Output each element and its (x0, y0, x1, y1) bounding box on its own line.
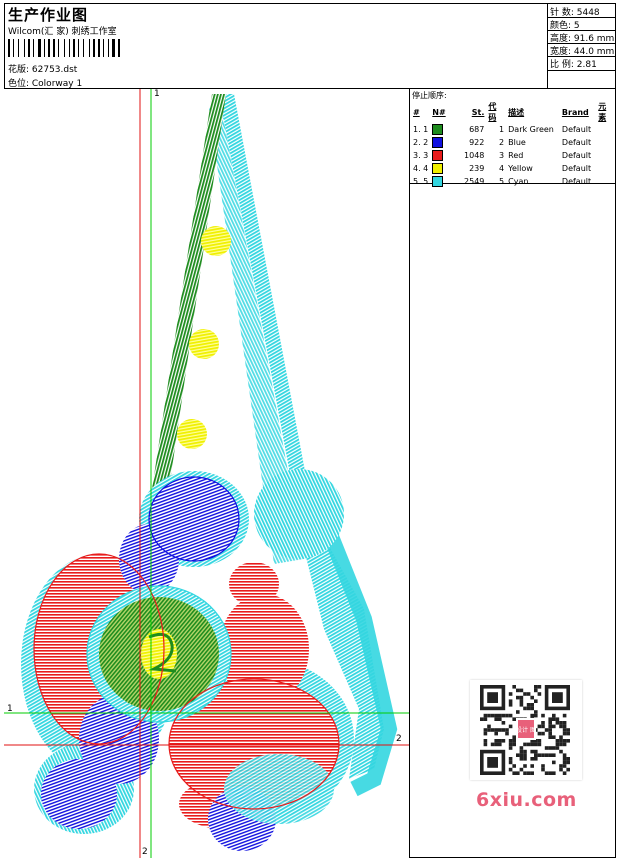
red-axis-label-bottom: 2 (142, 847, 148, 857)
stitch-count-cell: 2549 (464, 177, 485, 186)
barcode (8, 39, 120, 57)
code-cell: 1 (499, 125, 505, 134)
stop-index: 5. 5 (413, 177, 429, 186)
col-index: # (413, 107, 420, 117)
stop-index: 3. 3 (413, 151, 429, 160)
stop-index: 4. 4 (413, 164, 429, 173)
stitch-count-cell: 687 (469, 125, 485, 134)
brand-cell: Default (561, 151, 592, 160)
stitch-count-cell: 239 (469, 164, 485, 173)
brand-cell: Default (561, 125, 592, 134)
qr-center-label: 设计 图 (516, 726, 536, 734)
yellow-dot (177, 419, 207, 449)
yellow-dot (201, 226, 231, 256)
brand-cell: Default (561, 164, 592, 173)
table-row: 5. 5 2549 5 Cyan Default (411, 175, 616, 188)
description-cell: Dark Green (508, 125, 554, 134)
color-swatch (430, 175, 449, 188)
color-swatch (430, 136, 449, 149)
brand-cell: Default (561, 177, 592, 186)
color-swatch-icon (432, 163, 444, 174)
table-row: 3. 3 1048 3 Red Default (411, 149, 616, 162)
code-cell: 2 (499, 138, 505, 147)
color-swatch-icon (432, 176, 444, 187)
element-cell (596, 136, 616, 149)
design-stats: 针 数: 5448 颜色: 5 高度: 91.6 mm 宽度: 44.0 mm … (548, 3, 616, 89)
col-brand: Brand (561, 107, 589, 117)
color-swatch-icon (432, 137, 444, 148)
stitch-count-cell: 1048 (464, 151, 485, 160)
col-element: 元素 (598, 102, 607, 122)
col-code: 代码 (488, 102, 497, 122)
stop-index: 2. 2 (413, 138, 429, 147)
green-axis-label-top: 1 (154, 89, 160, 99)
stop-sequence-title: 停止顺序: (412, 91, 447, 100)
table-row: 1. 1 687 1 Dark Green Default (411, 123, 616, 136)
code-cell: 4 (499, 164, 505, 173)
stitch-count-cell: 922 (469, 138, 485, 147)
stop-sequence-panel: 停止顺序: # N# St. 代码 描述 Brand 元素 1. 1 687 1 Da… (410, 89, 616, 187)
embroidery-design-graphic (4, 89, 409, 858)
table-row: 2. 2 922 2 Blue Default (411, 136, 616, 149)
table-row: 4. 4 239 4 Yellow Default (411, 162, 616, 175)
design-file-name: 花版: 62753.dst (8, 65, 78, 75)
code-cell: 5 (499, 177, 505, 186)
stop-index: 1. 1 (413, 125, 429, 134)
color-swatch (430, 123, 449, 136)
description-cell: Blue (508, 138, 526, 147)
description-cell: Yellow (508, 164, 533, 173)
col-needle: N# (432, 107, 446, 117)
code-cell: 3 (499, 151, 505, 160)
element-cell (596, 123, 616, 136)
green-axis-label-left: 1 (7, 704, 13, 714)
color-swatch-icon (432, 150, 444, 161)
color-swatch (430, 149, 449, 162)
col-stitches: St. (471, 107, 485, 117)
col-description: 描述 (508, 107, 525, 117)
description-cell: Cyan (508, 177, 529, 186)
watermark-text: 6xiu.com (476, 789, 577, 811)
colorway-label: 色位: Colorway 1 (8, 79, 83, 89)
qr-code-icon: 设计 图 (480, 685, 570, 775)
yellow-dot (189, 329, 219, 359)
color-swatch-icon (432, 124, 444, 135)
brand-cell: Default (561, 138, 592, 147)
element-cell (596, 149, 616, 162)
embroidery-preview: 1 1 2 2 (4, 89, 410, 858)
color-swatch (430, 162, 449, 175)
red-axis-label-right: 2 (396, 734, 402, 744)
qr-code-watermark: 设计 图 (470, 680, 582, 780)
description-cell: Red (508, 151, 524, 160)
design-scale: 比 例: 2.81 (550, 60, 597, 70)
sheet-title: 生产作业图 (8, 6, 89, 24)
element-cell (596, 175, 616, 188)
stop-sequence-table: # N# St. 代码 描述 Brand 元素 1. 1 687 1 Dark Gre… (411, 101, 616, 188)
element-cell (596, 162, 616, 175)
table-header-row: # N# St. 代码 描述 Brand 元素 (411, 101, 616, 123)
company-name: Wilcom(汇 家) 刺绣工作室 (8, 27, 117, 37)
header-info: 生产作业图 Wilcom(汇 家) 刺绣工作室 花版: 62753.dst 色位… (4, 3, 548, 89)
